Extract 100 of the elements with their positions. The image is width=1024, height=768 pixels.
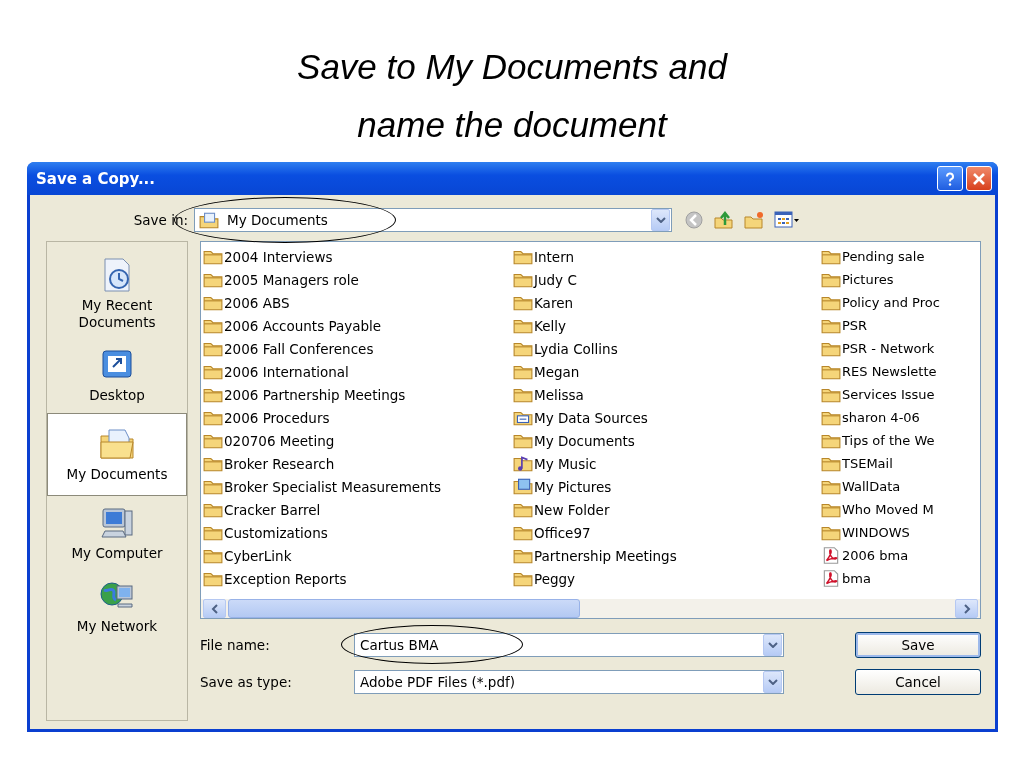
folder-icon [821,455,841,472]
folder-icon [513,386,533,403]
places-item[interactable]: My Network [47,571,187,642]
folder-icon [203,478,223,495]
file-item[interactable]: Partnership Meetings [513,544,821,567]
file-item[interactable]: 2004 Interviews [203,245,513,268]
file-item[interactable]: WINDOWS [821,521,980,544]
file-item[interactable]: Who Moved M [821,498,980,521]
places-item[interactable]: My Computer [47,498,187,569]
file-item[interactable]: 2006 Partnership Meetings [203,383,513,406]
file-item[interactable]: Intern [513,245,821,268]
file-item[interactable]: 2006 Procedurs [203,406,513,429]
file-item[interactable]: Policy and Proc [821,291,980,314]
folder-icon [203,409,223,426]
pdf-file-icon [821,570,841,587]
folder-icon [821,524,841,541]
folder-icon [513,524,533,541]
file-item[interactable]: My Pictures [513,475,821,498]
scroll-left-icon[interactable] [203,599,226,618]
folder-icon [513,363,533,380]
folder-icon [513,317,533,334]
help-button[interactable] [937,166,963,191]
file-item[interactable]: Megan [513,360,821,383]
music-folder-icon [513,455,533,472]
file-item[interactable]: 2005 Managers role [203,268,513,291]
file-item[interactable]: 2006 bma [821,544,980,567]
file-item[interactable]: Cracker Barrel [203,498,513,521]
save-button[interactable]: Save [855,631,981,658]
pictures-folder-icon [513,478,533,495]
file-item[interactable]: sharon 4-06 [821,406,980,429]
file-item[interactable]: CyberLink [203,544,513,567]
folder-icon [821,294,841,311]
file-item[interactable]: Broker Specialist Measurements [203,475,513,498]
file-item[interactable]: 2006 Fall Conferences [203,337,513,360]
file-item[interactable]: Exception Reports [203,567,513,590]
folder-icon [203,271,223,288]
close-button[interactable] [966,166,992,191]
file-item[interactable]: PSR - Network [821,337,980,360]
file-item[interactable]: Customizations [203,521,513,544]
file-item[interactable]: My Data Sources [513,406,821,429]
folder-icon [821,363,841,380]
computer-icon [99,505,135,541]
pdf-file-icon [821,547,841,564]
scroll-thumb[interactable] [228,599,580,618]
file-item[interactable]: My Documents [513,429,821,452]
file-item[interactable]: 020706 Meeting [203,429,513,452]
folder-icon [513,248,533,265]
places-item[interactable]: My Recent Documents [47,250,187,338]
file-item[interactable]: PSR [821,314,980,337]
back-icon[interactable] [684,210,704,230]
file-item[interactable]: TSEMail [821,452,980,475]
new-folder-icon[interactable] [744,210,764,230]
file-item[interactable]: 2006 International [203,360,513,383]
folder-icon [203,386,223,403]
file-item[interactable]: Broker Research [203,452,513,475]
file-item[interactable]: Pending sale [821,245,980,268]
file-item[interactable]: Judy C [513,268,821,291]
file-item[interactable]: Kelly [513,314,821,337]
folder-icon [821,271,841,288]
folder-icon [203,432,223,449]
file-item[interactable]: WallData [821,475,980,498]
save-in-dropdown[interactable]: My Documents [194,208,672,232]
file-item[interactable]: RES Newslette [821,360,980,383]
window-title: Save a Copy... [36,169,155,188]
file-item[interactable]: Pictures [821,268,980,291]
file-item[interactable]: 2006 Accounts Payable [203,314,513,337]
up-folder-icon[interactable] [714,210,734,230]
file-item[interactable]: Services Issue [821,383,980,406]
file-item[interactable]: bma [821,567,980,590]
close-icon [971,170,987,187]
save-as-type-dropdown[interactable]: Adobe PDF Files (*.pdf) [354,669,784,694]
file-item[interactable]: Office97 [513,521,821,544]
file-item[interactable]: My Music [513,452,821,475]
folder-icon [203,455,223,472]
folder-icon [513,432,533,449]
file-name-field[interactable]: Cartus BMA [354,632,784,657]
file-item[interactable]: Lydia Collins [513,337,821,360]
folder-icon [203,248,223,265]
scroll-right-icon[interactable] [955,599,978,618]
data-folder-icon [513,409,533,426]
file-item[interactable]: Peggy [513,567,821,590]
file-name-label: File name: [200,636,271,653]
folder-icon [203,317,223,334]
folder-icon [203,570,223,587]
file-item[interactable]: Tips of the We [821,429,980,452]
file-item[interactable]: Karen [513,291,821,314]
file-item[interactable]: Melissa [513,383,821,406]
folder-icon [821,409,841,426]
places-item[interactable]: Desktop [47,340,187,411]
folder-icon [513,294,533,311]
folder-icon [203,524,223,541]
cancel-button[interactable]: Cancel [855,668,981,695]
views-menu-button[interactable] [774,211,800,229]
folder-icon [821,340,841,357]
horizontal-scrollbar[interactable] [201,599,980,618]
folder-icon [513,271,533,288]
file-item[interactable]: New Folder [513,498,821,521]
file-item[interactable]: 2006 ABS [203,291,513,314]
places-item[interactable]: My Documents [47,413,187,496]
folder-icon [513,570,533,587]
